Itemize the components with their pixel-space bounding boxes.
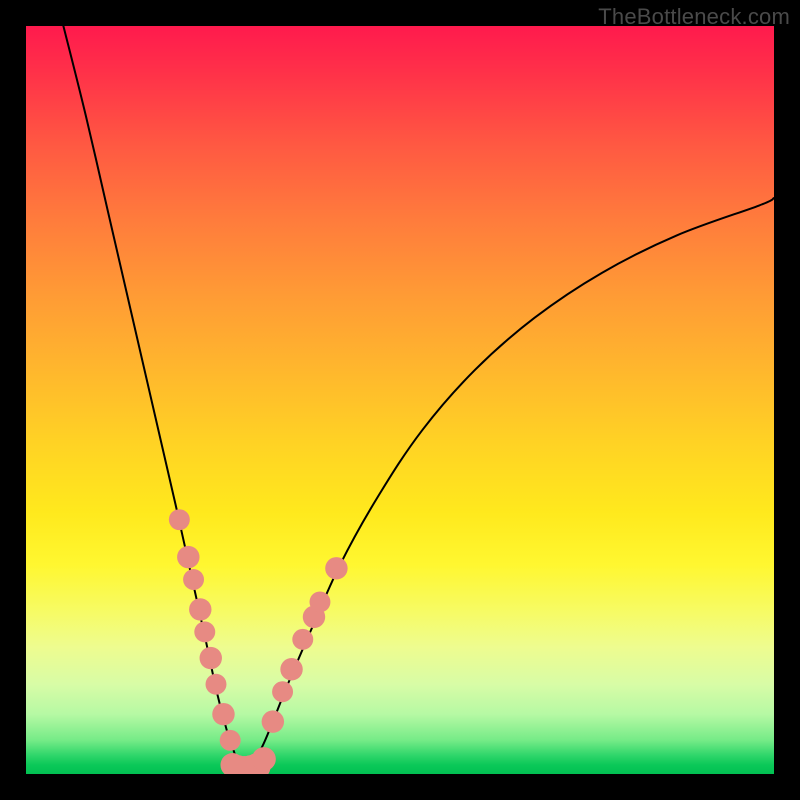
marker-point [212, 703, 234, 725]
marker-points [169, 509, 348, 774]
marker-point [280, 658, 302, 680]
marker-point [272, 681, 293, 702]
chart-svg [26, 26, 774, 774]
outer-frame: TheBottleneck.com [0, 0, 800, 800]
marker-point [183, 569, 204, 590]
marker-point [292, 629, 313, 650]
marker-point [325, 557, 347, 579]
marker-point [252, 747, 276, 771]
watermark-text: TheBottleneck.com [598, 4, 790, 30]
marker-point [189, 598, 211, 620]
plot-area [26, 26, 774, 774]
marker-point [220, 730, 241, 751]
marker-point [194, 621, 215, 642]
marker-point [309, 591, 330, 612]
marker-point [177, 546, 199, 568]
marker-point [169, 509, 190, 530]
marker-point [262, 710, 284, 732]
marker-point [206, 674, 227, 695]
marker-point [200, 647, 222, 669]
curve-right-branch [243, 198, 774, 774]
